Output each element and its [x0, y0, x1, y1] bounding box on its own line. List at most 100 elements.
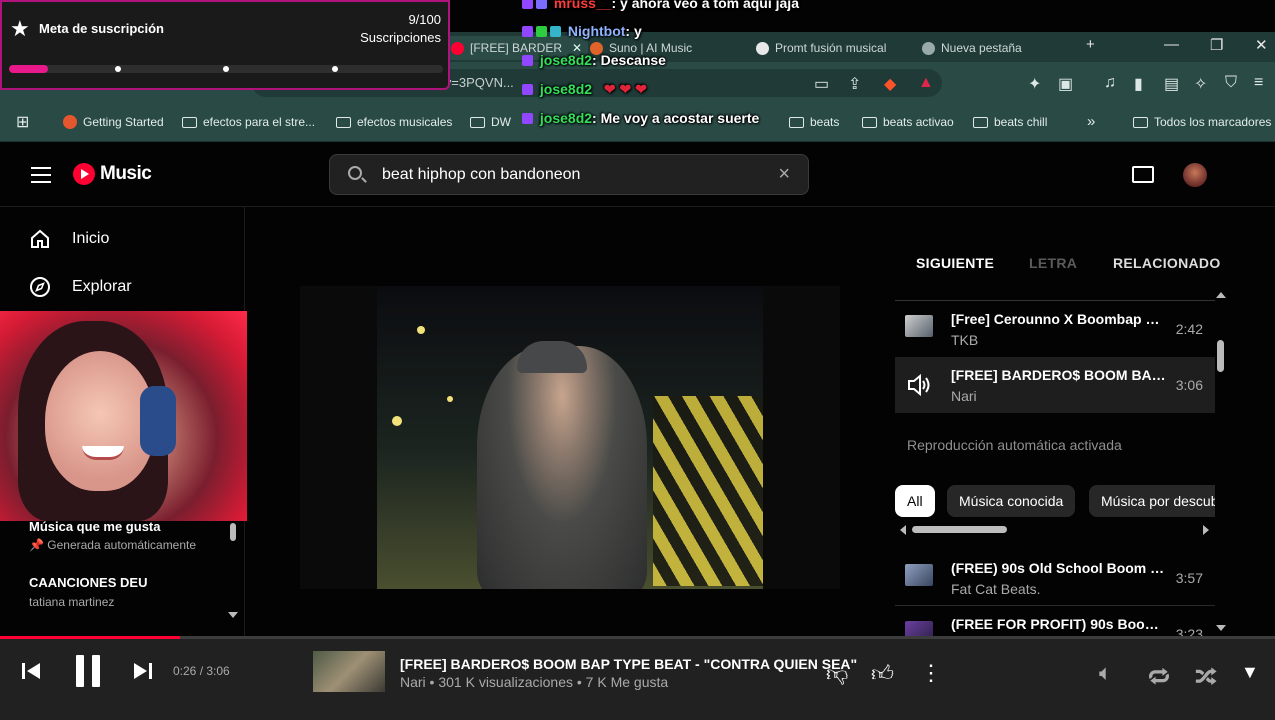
chat-message: jose8d2 ❤ ❤ ❤	[522, 81, 647, 98]
leo-ai-icon[interactable]: ✧	[1194, 74, 1207, 94]
chips-scroll-left-icon[interactable]	[900, 525, 906, 535]
cast-icon[interactable]	[1132, 166, 1154, 183]
more-bookmarks-icon[interactable]: »	[1087, 113, 1095, 130]
menu-icon[interactable]: ≡	[1254, 74, 1263, 92]
video-player[interactable]	[377, 286, 763, 589]
filter-chips: All Música conocida Música por descubrir	[895, 485, 1215, 517]
library-item-subtitle-text: Generada automáticamente	[47, 538, 197, 552]
chips-scroll-right-icon[interactable]	[1203, 525, 1209, 535]
player-bar: 0:26 / 3:06 [FREE] BARDERO$ BOOM BAP TYP…	[0, 636, 1275, 720]
now-playing-thumbnail[interactable]	[313, 651, 385, 692]
all-bookmarks-folder[interactable]: Todos los marcadores	[1133, 115, 1271, 129]
bookmark-folder-efectos-musicales[interactable]: efectos musicales	[336, 115, 452, 129]
chat-message: jose8d2: Descanse	[522, 52, 666, 68]
video-railing	[653, 396, 763, 586]
extensions-icon[interactable]: ✦	[1028, 74, 1041, 94]
volume-icon[interactable]: 🔈︎	[1099, 660, 1112, 686]
hamburger-menu-icon[interactable]	[31, 167, 51, 183]
avatar[interactable]	[1183, 163, 1207, 187]
sidebar-toggle-icon[interactable]: ▮	[1134, 74, 1143, 94]
tab-new[interactable]: Nueva pestaña	[922, 36, 1022, 60]
suggestion-artist: Fat Cat Beats.	[951, 581, 1041, 597]
minimize-icon[interactable]: —	[1164, 36, 1179, 53]
queue-scrollbar[interactable]	[1217, 340, 1224, 372]
panel-tabs: SIGUIENTE LETRA RELACIONADO	[895, 250, 1225, 290]
clear-search-icon[interactable]: ×	[778, 163, 790, 186]
reader-icon[interactable]: ▣	[1058, 74, 1073, 94]
bookmark-folder-dw[interactable]: DW	[470, 115, 511, 129]
bookmark-label: DW	[491, 115, 511, 129]
bookmark-folder-efectos-stream[interactable]: efectos para el stre...	[182, 115, 315, 129]
like-icon[interactable]: 👍︎	[871, 660, 894, 687]
tab-promt[interactable]: Promt fusión musical	[756, 36, 886, 60]
sidebar-item-explorar[interactable]: Explorar	[28, 275, 132, 299]
play-logo-icon	[73, 163, 95, 185]
close-window-icon[interactable]: ✕	[1255, 36, 1268, 54]
chat-text: : y	[625, 23, 642, 39]
tab-relacionado[interactable]: RELACIONADO	[1113, 255, 1221, 271]
suggestion-item[interactable]: (FREE) 90s Old School Boom Bap... Fat Ca…	[895, 550, 1215, 606]
apps-grid-icon[interactable]: ⊞	[16, 112, 29, 132]
queue-title: [Free] Cerounno X Boombap Ty...	[951, 311, 1166, 327]
new-tab-icon[interactable]: +	[1086, 36, 1095, 53]
bookmark-folder-beats[interactable]: beats	[789, 115, 839, 129]
expand-player-icon[interactable]: ▼	[1241, 662, 1259, 683]
library-item-title[interactable]: Música que me gusta	[29, 519, 160, 534]
chip-musica-conocida[interactable]: Música conocida	[947, 485, 1076, 517]
volume-playing-icon	[908, 373, 930, 397]
chat-message: Nightbot: y	[522, 23, 642, 39]
chat-badge-icon	[550, 26, 561, 37]
chip-musica-por-descubrir[interactable]: Música por descubrir	[1089, 485, 1215, 517]
pause-button[interactable]	[76, 655, 100, 687]
library-item-title[interactable]: CAANCIONES DEU	[29, 575, 147, 590]
bookmark-getting-started[interactable]: Getting Started	[63, 115, 164, 129]
brave-shield-icon[interactable]: ◆	[884, 74, 896, 94]
pause-bar	[92, 655, 100, 687]
shield-favicon-icon	[922, 41, 935, 55]
heart-emote-icon: ❤ ❤ ❤	[603, 81, 647, 97]
bookmark-folder-beats-chill[interactable]: beats chill	[973, 115, 1047, 129]
install-app-icon[interactable]: ▭	[814, 74, 829, 94]
suggestion-title: (FREE) 90s Old School Boom Bap...	[951, 560, 1166, 576]
folder-icon	[862, 116, 877, 128]
chips-scrollbar[interactable]	[912, 526, 1007, 533]
tab-letra[interactable]: LETRA	[1029, 255, 1077, 271]
chat-username: mruss__	[553, 0, 612, 11]
sidebar-scrollbar[interactable]	[230, 523, 236, 541]
suggestion-item[interactable]: (FREE FOR PROFIT) 90s Boom Ba... 3:23	[895, 607, 1215, 636]
folder-icon	[789, 116, 804, 128]
chip-all[interactable]: All	[895, 485, 935, 517]
maximize-icon[interactable]: ❐	[1210, 36, 1223, 54]
sidebar-item-inicio[interactable]: Inicio	[28, 227, 109, 251]
previous-track-icon[interactable]	[21, 662, 41, 680]
chat-badge-icon	[522, 0, 533, 9]
queue-scroll-up-icon[interactable]	[1216, 292, 1226, 298]
bookmark-folder-beats-activao[interactable]: beats activao	[862, 115, 954, 129]
queue-thumbnail	[905, 315, 933, 337]
folder-icon	[1133, 116, 1148, 128]
more-options-icon[interactable]: ⋮	[920, 660, 942, 686]
progress-bar[interactable]	[0, 636, 1275, 639]
sidebar-scroll-down-icon[interactable]	[228, 612, 238, 618]
search-input[interactable]: beat hiphop con bandoneon	[382, 166, 580, 184]
shuffle-icon[interactable]: 🔀︎	[1195, 660, 1217, 692]
dislike-icon[interactable]: 👎︎	[826, 660, 848, 687]
search-box[interactable]: beat hiphop con bandoneon ×	[329, 154, 809, 195]
tab-label: Nueva pestaña	[941, 41, 1022, 55]
home-icon	[31, 229, 49, 248]
brave-rewards-icon[interactable]: ▲	[918, 74, 934, 92]
ytmusic-logo[interactable]: Music	[73, 163, 152, 185]
media-icon[interactable]: ♫	[1104, 74, 1116, 92]
now-playing-title[interactable]: [FREE] BARDERO$ BOOM BAP TYPE BEAT - "CO…	[400, 656, 857, 672]
queue-item[interactable]: [Free] Cerounno X Boombap Ty... TKB 2:42	[895, 301, 1215, 357]
share-icon[interactable]: ⇪	[848, 74, 861, 94]
queue-item-now-playing[interactable]: [FREE] BARDERO$ BOOM BAP ... Nari 3:06	[895, 357, 1215, 413]
repeat-icon[interactable]: 🔁︎	[1148, 660, 1170, 692]
explore-icon	[30, 277, 50, 297]
tab-siguiente[interactable]: SIGUIENTE	[916, 255, 994, 271]
goal-milestone	[223, 66, 229, 72]
queue-scroll-down-icon[interactable]	[1216, 625, 1226, 631]
vpn-icon[interactable]: ⛉	[1225, 74, 1237, 92]
next-track-icon[interactable]	[133, 662, 153, 680]
wallet-icon[interactable]: ▤	[1164, 74, 1179, 94]
